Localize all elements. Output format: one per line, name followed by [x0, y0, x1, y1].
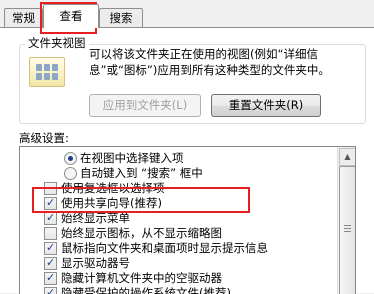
checkbox[interactable] — [44, 240, 57, 255]
checkbox[interactable] — [44, 227, 57, 240]
folder-views-description: 可以将该文件夹正在使用的视图(例如“详细信息”或“图标”)应用到所有这种类型的文… — [89, 47, 330, 77]
list-item-label: 隐藏计算机文件夹中的空驱动器 — [61, 271, 222, 285]
scroll-thumb[interactable] — [339, 166, 355, 294]
scrollbar[interactable]: ▲ — [337, 147, 355, 294]
list-item-label: 始终显示菜单 — [61, 211, 130, 225]
checkbox[interactable] — [44, 210, 57, 225]
radio-button[interactable] — [64, 167, 77, 180]
apply-to-folders-button[interactable]: 应用到文件夹(L) — [89, 94, 201, 117]
advanced-settings-list[interactable]: 在视图中选择键入项 自动键入到 “搜索” 框中 使用复选框以选择项 使用共享向导… — [19, 146, 356, 294]
folder-views-title: 文件夹视图 — [25, 35, 89, 51]
scroll-up-arrow-icon[interactable]: ▲ — [339, 148, 355, 166]
checkbox[interactable] — [44, 195, 57, 210]
advanced-settings-title: 高级设置: — [19, 131, 69, 145]
checkbox[interactable] — [44, 182, 57, 195]
list-item-label: 始终显示图标，从不显示缩略图 — [61, 226, 222, 240]
list-item-label: 自动键入到 “搜索” 框中 — [80, 166, 203, 180]
list-item-label: 使用复选框以选择项 — [61, 181, 165, 195]
checkbox[interactable] — [44, 255, 57, 270]
list-item-label: 在视图中选择键入项 — [80, 151, 184, 165]
tab-strip: 常规 查看 搜索 — [0, 0, 374, 28]
reset-folders-button[interactable]: 重置文件夹(R) — [211, 94, 321, 117]
tab-general[interactable]: 常规 — [4, 8, 43, 27]
tab-search[interactable]: 搜索 — [99, 8, 143, 27]
folder-view-icon — [29, 57, 65, 87]
tab-view[interactable]: 查看 — [43, 4, 99, 28]
list-item-label: 使用共享向导(推荐) — [61, 196, 162, 210]
list-item-label: 显示驱动器号 — [61, 256, 130, 270]
list-item-label: 鼠标指向文件夹和桌面项时显示提示信息 — [61, 241, 268, 255]
checkbox[interactable] — [44, 270, 57, 285]
radio-button[interactable] — [64, 152, 77, 165]
